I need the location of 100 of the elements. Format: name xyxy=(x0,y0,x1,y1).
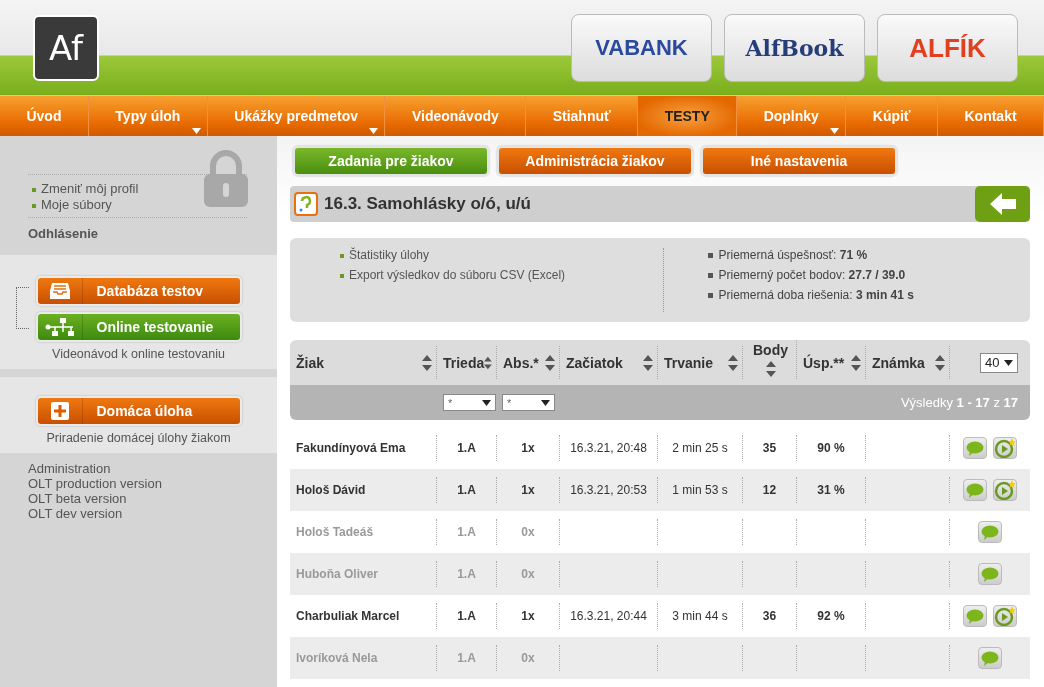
table-cell: 2 min 25 s xyxy=(672,441,728,455)
admin-link[interactable]: OLT dev version xyxy=(28,506,249,521)
comment-button[interactable] xyxy=(978,521,1002,543)
dropdown-arrow-icon xyxy=(369,128,379,134)
page-size-select[interactable]: 40 xyxy=(980,352,1018,373)
comment-button[interactable] xyxy=(978,563,1002,585)
profile-link[interactable]: Zmeniť môj profil xyxy=(32,181,139,197)
play-star-icon xyxy=(994,480,1016,500)
tray-icon xyxy=(48,281,71,301)
play-star-icon xyxy=(994,438,1016,458)
comment-button[interactable] xyxy=(963,437,987,459)
bracket-line xyxy=(16,287,29,329)
stat-text: Priemerná doba riešenia: 3 min 41 s xyxy=(707,288,1030,302)
table-cell: 1x xyxy=(521,483,535,497)
admin-link[interactable]: OLT beta version xyxy=(28,491,249,506)
speech-bubble-icon xyxy=(966,482,984,498)
dropdown-arrow-icon xyxy=(191,128,201,134)
play-button[interactable] xyxy=(993,479,1017,501)
column-header[interactable]: Začiatok xyxy=(566,354,623,371)
tab[interactable]: Iné nastavenia xyxy=(701,146,897,176)
sort-icon[interactable] xyxy=(422,353,432,372)
sort-icon[interactable] xyxy=(765,360,776,378)
sidebar-button[interactable]: Domáca úloha xyxy=(35,396,242,426)
sort-icon[interactable] xyxy=(851,353,861,372)
admin-link[interactable]: Administration xyxy=(28,461,249,476)
back-arrow-icon xyxy=(989,193,1016,215)
caret-icon xyxy=(1004,359,1013,366)
column-header[interactable]: Body xyxy=(753,342,788,358)
site-logo[interactable]: Af xyxy=(33,15,99,81)
caret-icon xyxy=(541,399,550,406)
column-header[interactable]: Trvanie xyxy=(664,354,714,371)
speech-bubble-icon xyxy=(966,608,984,624)
table-cell: 0x xyxy=(521,651,535,665)
sidebar-button[interactable]: Databáza testov xyxy=(35,276,242,306)
table-cell: 1.A xyxy=(457,609,476,623)
table-cell: 1.A xyxy=(457,483,476,497)
column-header[interactable]: Známka xyxy=(872,354,925,371)
table-cell: 0x xyxy=(521,567,535,581)
column-header[interactable]: Abs.* xyxy=(503,354,539,371)
caption-link[interactable]: Priradenie domácej úlohy žiakom xyxy=(46,431,231,445)
filter-select[interactable]: * xyxy=(443,394,496,411)
table-cell: 31 % xyxy=(817,483,845,497)
results-count: Výsledky 1 - 17 z 17 xyxy=(900,395,1018,410)
stat-text: Priemerný počet bodov: 27.7 / 39.0 xyxy=(707,268,1030,282)
column-header[interactable]: Úsp.** xyxy=(803,354,845,371)
play-star-icon xyxy=(994,606,1016,626)
nav-item[interactable]: TESTY xyxy=(638,96,738,136)
back-button[interactable] xyxy=(975,186,1030,222)
table-cell: 16.3.21, 20:44 xyxy=(570,609,647,623)
sidebar-button[interactable]: Online testovanie xyxy=(35,312,242,342)
table-cell: 12 xyxy=(762,483,777,497)
table-cell: 16.3.21, 20:48 xyxy=(570,441,647,455)
tab[interactable]: Administrácia žiakov xyxy=(497,146,693,176)
table-cell: Ivoríková Nela xyxy=(296,651,378,665)
task-title: 16.3. Samohlásky o/ó, u/ú xyxy=(324,194,531,214)
table-cell: 92 % xyxy=(817,609,845,623)
table-cell: Fakundínyová Ema xyxy=(296,441,406,455)
table-cell: 1.A xyxy=(457,567,476,581)
speech-bubble-icon xyxy=(981,566,999,582)
stat-text: Priemerná úspešnosť: 71 % xyxy=(707,248,1030,262)
column-header[interactable]: Trieda xyxy=(443,354,485,371)
admin-link[interactable]: OLT production version xyxy=(28,476,249,491)
speech-bubble-icon xyxy=(981,524,999,540)
play-button[interactable] xyxy=(993,437,1017,459)
table-cell: 1x xyxy=(521,441,535,455)
table-cell: 3 min 44 s xyxy=(672,609,728,623)
profile-link[interactable]: Moje súbory xyxy=(32,197,112,213)
stats-link[interactable]: Export výsledkov do súboru CSV (Excel) xyxy=(340,268,663,282)
dropdown-arrow-icon xyxy=(830,128,840,134)
comment-button[interactable] xyxy=(963,479,987,501)
task-icon xyxy=(294,192,318,216)
sort-icon[interactable] xyxy=(935,353,945,372)
sort-icon[interactable] xyxy=(728,353,738,372)
banner-link[interactable]: AlfBook xyxy=(724,14,865,82)
table-cell: 90 % xyxy=(817,441,845,455)
plus-icon xyxy=(50,402,69,420)
play-button[interactable] xyxy=(993,605,1017,627)
banner-link[interactable]: ALFÍK xyxy=(877,14,1018,82)
caret-icon xyxy=(482,399,491,406)
column-header[interactable]: Žiak xyxy=(296,354,324,371)
sort-icon[interactable] xyxy=(545,353,555,372)
tab[interactable]: Zadania pre žiakov xyxy=(293,146,489,176)
caption-link[interactable]: Videonávod k online testovaniu xyxy=(52,347,225,361)
banner-link[interactable]: VABANK xyxy=(571,14,712,82)
logout-link[interactable]: Odhlásenie xyxy=(28,226,99,241)
speech-bubble-icon xyxy=(981,650,999,666)
sort-icon[interactable] xyxy=(643,353,653,372)
comment-button[interactable] xyxy=(963,605,987,627)
stats-link[interactable]: Štatistiky úlohy xyxy=(340,248,663,262)
table-cell: 1x xyxy=(521,609,535,623)
network-icon xyxy=(44,318,75,336)
filter-select[interactable]: * xyxy=(502,394,555,411)
comment-button[interactable] xyxy=(978,647,1002,669)
table-cell: 35 xyxy=(762,441,777,455)
table-cell: 16.3.21, 20:53 xyxy=(570,483,647,497)
table-cell: 1.A xyxy=(457,441,476,455)
speech-bubble-icon xyxy=(966,440,984,456)
table-cell: Charbuliak Marcel xyxy=(296,609,400,623)
table-cell: 1 min 53 s xyxy=(672,483,728,497)
table-cell: 0x xyxy=(521,525,535,539)
